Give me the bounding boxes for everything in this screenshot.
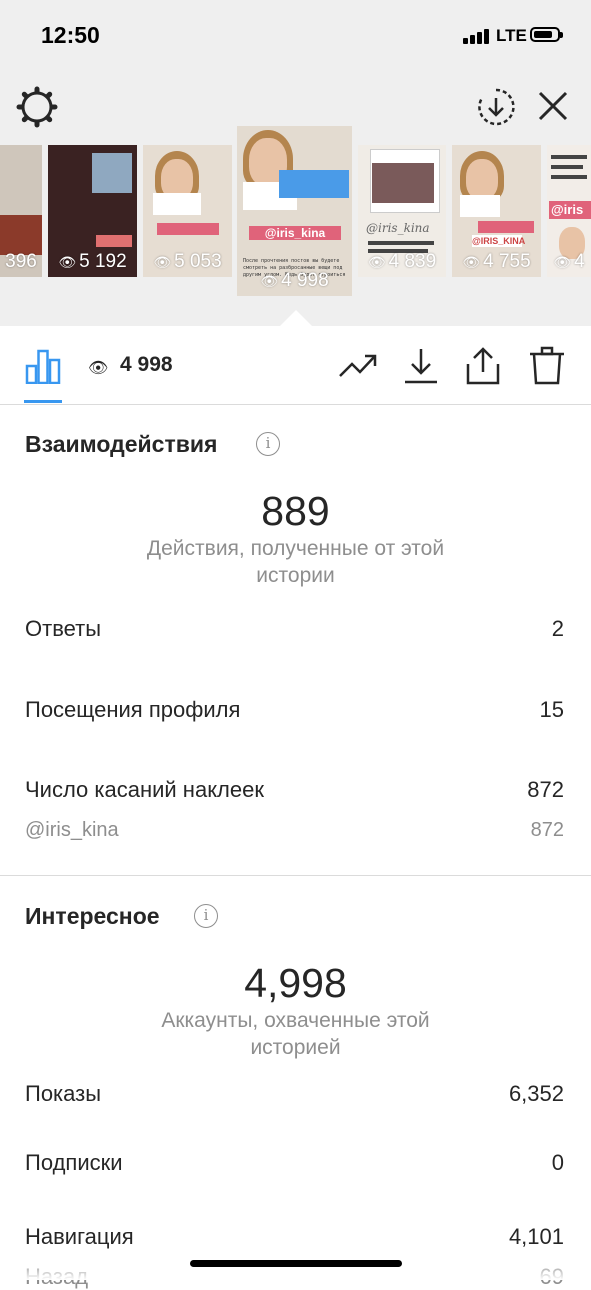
story-thumbnail-selected[interactable]: @iris_kina После прочтения постов вы буд… xyxy=(237,126,352,296)
share-icon[interactable] xyxy=(463,346,503,386)
story-thumbnail[interactable]: 👁 5 053 xyxy=(143,145,232,277)
eye-icon: 👁 xyxy=(260,273,279,289)
thumbnail-view-count: 4 755 xyxy=(483,251,531,272)
thumbnail-view-count: 4 839 xyxy=(388,251,437,272)
info-icon[interactable]: i xyxy=(194,904,218,928)
story-thumbnail[interactable]: @iris 👁 4 xyxy=(547,145,591,277)
network-label: LTE xyxy=(496,26,527,45)
story-thumbnail[interactable]: 396 xyxy=(0,145,42,277)
interactions-title: Взаимодействия xyxy=(25,431,218,457)
discovery-total: 4,998 xyxy=(244,960,347,1006)
impressions-label: Показы xyxy=(25,1081,102,1106)
chart-icon[interactable] xyxy=(25,348,61,384)
thumbnail-view-count: 4 xyxy=(574,251,585,272)
thumbnail-mention-tag: @iris xyxy=(549,201,591,219)
story-thumbnail[interactable]: 👁 5 192 xyxy=(48,145,137,277)
profile-visits-label: Посещения профиля xyxy=(25,697,241,722)
story-thumbnail[interactable]: @iris_kina 👁 4 839 xyxy=(358,145,446,277)
trash-icon[interactable] xyxy=(527,346,567,386)
status-bar: 12:50 LTE xyxy=(0,0,591,70)
thumbnail-view-count: 4 998 xyxy=(281,270,329,291)
download-icon[interactable] xyxy=(401,346,441,386)
download-circle-icon[interactable] xyxy=(476,87,516,127)
eye-icon: 👁 xyxy=(153,254,172,270)
thumbnail-mention-tag: @iris_kina xyxy=(249,226,341,240)
thumbnail-view-count: 396 xyxy=(5,251,37,272)
sticker-taps-label: Число касаний наклеек xyxy=(25,777,264,802)
discovery-caption: Аккаунты, охваченные этой историей xyxy=(161,1009,430,1059)
thumbnail-view-count: 5 053 xyxy=(174,251,222,272)
active-tab-indicator xyxy=(24,400,62,403)
selected-story-caret xyxy=(280,310,312,326)
info-icon[interactable]: i xyxy=(256,432,280,456)
trending-icon[interactable] xyxy=(338,346,378,386)
discovery-title: Интересное xyxy=(25,903,160,929)
navigation-value: 4,101 xyxy=(508,1224,564,1249)
sticker-taps-value: 872 xyxy=(527,777,564,802)
interactions-caption: Действия, полученные от этой истории xyxy=(146,537,445,587)
follows-label: Подписки xyxy=(25,1150,123,1175)
thumbnail-mention-tag: @IRIS_KINA xyxy=(472,235,526,247)
story-thumbnail[interactable]: @IRIS_KINA 👁 4 755 xyxy=(452,145,541,277)
battery-icon xyxy=(530,27,563,42)
eye-icon: 👁 xyxy=(462,254,481,270)
close-icon[interactable] xyxy=(536,89,570,123)
status-time: 12:50 xyxy=(41,22,100,48)
follows-value: 0 xyxy=(551,1150,564,1175)
eye-icon: 👁 xyxy=(58,254,77,270)
thumbnail-mention-tag: @iris_kina xyxy=(366,221,430,235)
sticker-mention-value: 872 xyxy=(530,819,564,841)
thumbnail-view-count: 5 192 xyxy=(79,251,127,272)
navigation-label: Навигация xyxy=(25,1224,134,1249)
settings-gear-icon[interactable] xyxy=(16,86,58,128)
profile-visits-value: 15 xyxy=(539,697,564,722)
interactions-total: 889 xyxy=(261,488,330,534)
sticker-mention-label: @iris_kina xyxy=(25,819,119,841)
home-indicator[interactable] xyxy=(190,1260,402,1267)
eye-icon: 👁 xyxy=(553,254,572,270)
impressions-value: 6,352 xyxy=(508,1081,564,1106)
eye-icon: 👁 xyxy=(367,254,386,270)
eye-icon: 👁 xyxy=(88,360,109,377)
selected-story-views: 4 998 xyxy=(120,353,173,376)
replies-value: 2 xyxy=(551,616,564,641)
section-divider xyxy=(0,875,591,876)
replies-label: Ответы xyxy=(25,616,102,641)
signal-icon xyxy=(463,28,493,44)
